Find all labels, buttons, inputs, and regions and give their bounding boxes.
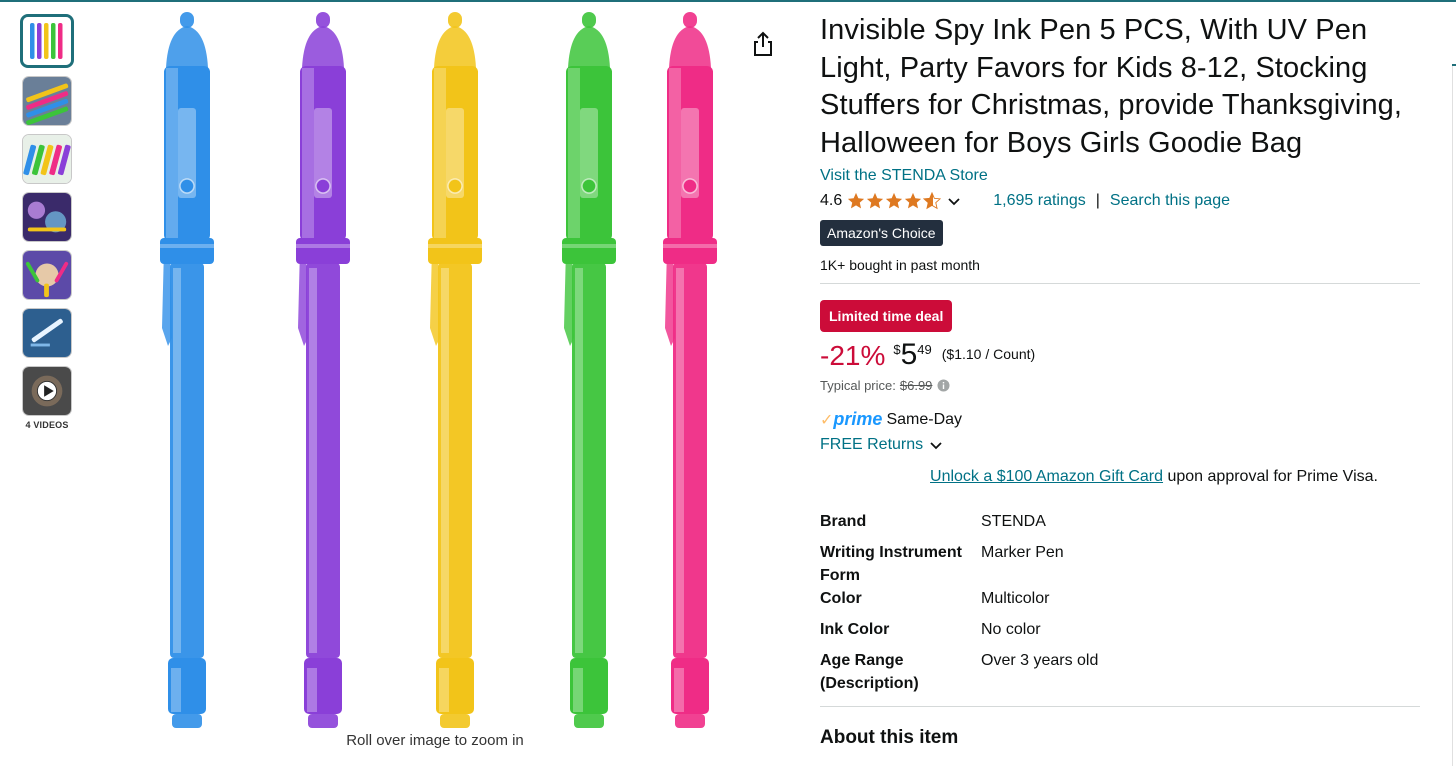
store-link[interactable]: Visit the STENDA Store (820, 167, 988, 185)
thumbnail-strip: 4 VIDEOS (20, 14, 74, 430)
top-accent-line (0, 0, 1456, 2)
typical-price-label: Typical price: (820, 378, 896, 393)
pen (428, 12, 482, 728)
price-row: -21% $ 5 49 ($1.10 / Count) (820, 340, 1420, 376)
half-star-icon (923, 192, 942, 210)
star-icon (886, 192, 903, 209)
spec-row: Color Multicolor (820, 587, 1098, 618)
separator: | (1095, 192, 1100, 209)
free-returns[interactable]: FREE Returns (820, 436, 1420, 454)
thumbnail-hands-image (23, 251, 71, 299)
spec-row: Ink Color No color (820, 618, 1098, 649)
typical-price-row: Typical price: $6.99 (820, 378, 1420, 393)
product-title: Invisible Spy Ink Pen 5 PCS, With UV Pen… (820, 14, 1403, 159)
section-divider (820, 706, 1420, 707)
pens-illustration (160, 12, 717, 728)
main-product-image[interactable] (120, 8, 750, 733)
thumbnail-colors-image (23, 135, 71, 183)
pen (562, 12, 616, 728)
pen (160, 12, 214, 728)
spec-value: Marker Pen (981, 544, 1064, 561)
prime-row: ✓ prime Same-Day (820, 409, 1420, 430)
thumbnail-pens-image (23, 17, 71, 65)
spec-value: Over 3 years old (981, 652, 1099, 669)
spec-key: Writing Instrument Form (820, 544, 962, 584)
thumbnail-pens[interactable] (20, 14, 74, 68)
thumbnail-video-image (23, 367, 71, 415)
star-rating[interactable] (847, 192, 942, 210)
prime-logo: ✓ prime (820, 409, 883, 429)
specs-table: Brand STENDA Writing Instrument Form Marker… (820, 510, 1098, 695)
product-info: Invisible Spy Ink Pen 5 PCS, With UV Pen… (820, 12, 1420, 749)
gift-card-link[interactable]: Unlock a $100 Amazon Gift Card (930, 468, 1163, 485)
price-currency: $ (893, 342, 901, 357)
pen (296, 12, 350, 728)
prime-speed: Same-Day (886, 410, 963, 428)
thumbnail-writing[interactable] (22, 76, 72, 126)
spec-key: Age Range (Description) (820, 652, 919, 692)
thumbnail-hands[interactable] (22, 250, 72, 300)
thumbnail-demo-image (23, 309, 71, 357)
thumbnail-colors[interactable] (22, 134, 72, 184)
thumbnail-video[interactable] (22, 366, 72, 416)
spec-row: Writing Instrument Form Marker Pen (820, 541, 1098, 587)
price-per-unit: ($1.10 / Count) (941, 346, 1036, 362)
videos-count-label[interactable]: 4 VIDEOS (20, 420, 74, 430)
gift-card-promo: Unlock a $100 Amazon Gift Card upon appr… (820, 468, 1420, 486)
bought-count: 1K+ bought in past month (820, 257, 980, 273)
star-icon (867, 192, 884, 209)
rating-row: 4.6 1,695 ratings | Search this page (820, 190, 1420, 212)
prime-check-icon: ✓ (820, 411, 834, 429)
limited-deal-badge: Limited time deal (820, 300, 953, 332)
spec-row: Age Range (Description) Over 3 years old (820, 649, 1098, 695)
spec-value: No color (981, 621, 1041, 638)
info-icon[interactable] (937, 379, 950, 392)
star-icon (905, 192, 922, 209)
share-icon[interactable] (750, 30, 776, 58)
right-scroll-edge (1452, 64, 1456, 766)
spec-value: STENDA (981, 513, 1046, 530)
section-divider (820, 283, 1420, 284)
discount-percent: -21% (820, 340, 886, 371)
amazons-choice-badge[interactable]: Amazon's Choice (820, 220, 943, 246)
spec-key: Ink Color (820, 621, 890, 638)
thumbnail-uv-light[interactable] (22, 192, 72, 242)
chevron-down-icon (930, 442, 942, 450)
pen (663, 12, 717, 728)
thumbnail-uv-light-image (23, 193, 71, 241)
ratings-count-link[interactable]: 1,695 ratings (993, 192, 1086, 210)
chevron-down-icon[interactable] (947, 194, 961, 208)
free-returns-label: FREE Returns (820, 436, 924, 453)
about-heading: About this item (820, 727, 959, 748)
spec-key: Brand (820, 513, 867, 530)
price-whole: 5 (900, 338, 918, 371)
spec-row: Brand STENDA (820, 510, 1098, 541)
rating-value: 4.6 (820, 192, 843, 209)
spec-value: Multicolor (981, 590, 1050, 607)
thumbnail-demo[interactable] (22, 308, 72, 358)
thumbnail-writing-image (23, 77, 71, 125)
star-icon (848, 192, 865, 209)
zoom-hint: Roll over image to zoom in (346, 732, 524, 749)
spec-key: Color (820, 590, 862, 607)
typical-price-value: $6.99 (899, 378, 933, 393)
gift-card-text: upon approval for Prime Visa. (1163, 468, 1378, 485)
search-this-page-link[interactable]: Search this page (1110, 192, 1230, 210)
price-fraction: 49 (917, 342, 932, 357)
